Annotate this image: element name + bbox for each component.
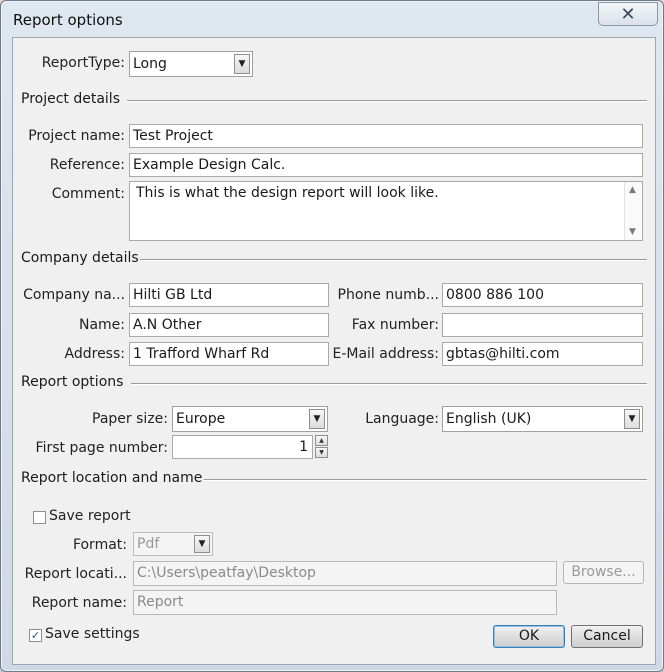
reference-input[interactable]: Example Design Calc. — [129, 153, 643, 177]
project-name-label: Project name: — [28, 128, 125, 144]
report-options-dialog: Report options ✕ ReportType: Long ▼ Proj… — [0, 0, 664, 672]
fax-input[interactable] — [442, 313, 643, 337]
first-page-label: First page number: — [35, 440, 168, 456]
comment-textarea[interactable]: This is what the design report will look… — [129, 181, 643, 241]
paper-size-select[interactable]: Europe ▼ — [172, 406, 328, 432]
report-name-label: Report name: — [31, 595, 127, 611]
save-settings-label[interactable]: Save settings — [45, 626, 140, 642]
report-type-value: Long — [133, 56, 167, 72]
format-label: Format: — [72, 537, 127, 553]
ok-button[interactable]: OK — [493, 625, 565, 648]
name-label: Name: — [78, 317, 125, 333]
report-location-divider — [204, 479, 647, 481]
format-value: Pdf — [137, 536, 160, 552]
save-report-checkbox[interactable] — [33, 511, 46, 524]
report-type-select[interactable]: Long ▼ — [129, 51, 253, 77]
email-label: E-Mail address: — [332, 346, 439, 362]
save-settings-checkbox[interactable]: ✓ — [29, 629, 42, 642]
report-location-label: Report locati... — [24, 566, 127, 582]
comment-scrollbar[interactable]: ▲ ▼ — [624, 182, 642, 240]
first-page-spinner[interactable]: ▲ ▼ — [315, 435, 328, 459]
project-details-divider — [127, 100, 647, 102]
address-label: Address: — [64, 346, 125, 362]
cancel-button[interactable]: Cancel — [571, 625, 643, 648]
company-details-divider — [140, 259, 647, 261]
report-type-label: ReportType: — [41, 55, 125, 71]
report-location-heading: Report location and name — [21, 470, 203, 486]
project-details-heading: Project details — [21, 91, 120, 107]
company-name-input[interactable]: Hilti GB Ltd — [129, 283, 329, 307]
language-value: English (UK) — [446, 411, 532, 427]
comment-value: This is what the design report will look… — [136, 185, 439, 201]
company-name-label: Company na... — [23, 287, 125, 303]
spin-up-icon[interactable]: ▲ — [315, 435, 328, 446]
language-label: Language: — [365, 411, 439, 427]
close-button[interactable]: ✕ — [598, 2, 658, 26]
project-name-input[interactable]: Test Project — [129, 124, 643, 148]
chevron-down-icon: ▼ — [309, 409, 325, 429]
phone-input[interactable]: 0800 886 100 — [442, 283, 643, 307]
paper-size-label: Paper size: — [92, 411, 168, 427]
company-details-heading: Company details — [21, 250, 139, 266]
format-select[interactable]: Pdf ▼ — [133, 532, 213, 556]
dialog-content: ReportType: Long ▼ Project details Proje… — [12, 37, 656, 665]
reference-label: Reference: — [49, 157, 125, 173]
first-page-value: 1 — [299, 439, 308, 455]
browse-button[interactable]: Browse... — [563, 561, 644, 584]
comment-label: Comment: — [51, 186, 125, 202]
chevron-down-icon: ▼ — [624, 409, 640, 429]
language-select[interactable]: English (UK) ▼ — [442, 406, 643, 432]
close-icon: ✕ — [620, 3, 636, 25]
chevron-down-icon: ▼ — [234, 54, 250, 74]
first-page-input[interactable]: 1 — [172, 435, 313, 459]
report-location-input[interactable]: C:\Users\peatfay\Desktop — [133, 561, 557, 586]
name-input[interactable]: A.N Other — [129, 313, 329, 337]
save-report-label[interactable]: Save report — [49, 508, 131, 524]
scroll-up-icon[interactable]: ▲ — [629, 185, 636, 195]
report-options-divider — [131, 383, 647, 385]
spin-down-icon[interactable]: ▼ — [315, 447, 328, 458]
report-name-input[interactable]: Report — [133, 590, 557, 615]
scroll-down-icon[interactable]: ▼ — [629, 227, 636, 237]
address-input[interactable]: 1 Trafford Wharf Rd — [129, 342, 329, 366]
email-input[interactable]: gbtas@hilti.com — [442, 342, 643, 366]
fax-label: Fax number: — [351, 317, 439, 333]
report-options-heading: Report options — [21, 374, 124, 390]
phone-label: Phone numb... — [337, 287, 439, 303]
chevron-down-icon: ▼ — [194, 535, 210, 553]
paper-size-value: Europe — [176, 411, 226, 427]
window-title: Report options — [13, 11, 123, 29]
checkmark-icon: ✓ — [30, 629, 41, 642]
